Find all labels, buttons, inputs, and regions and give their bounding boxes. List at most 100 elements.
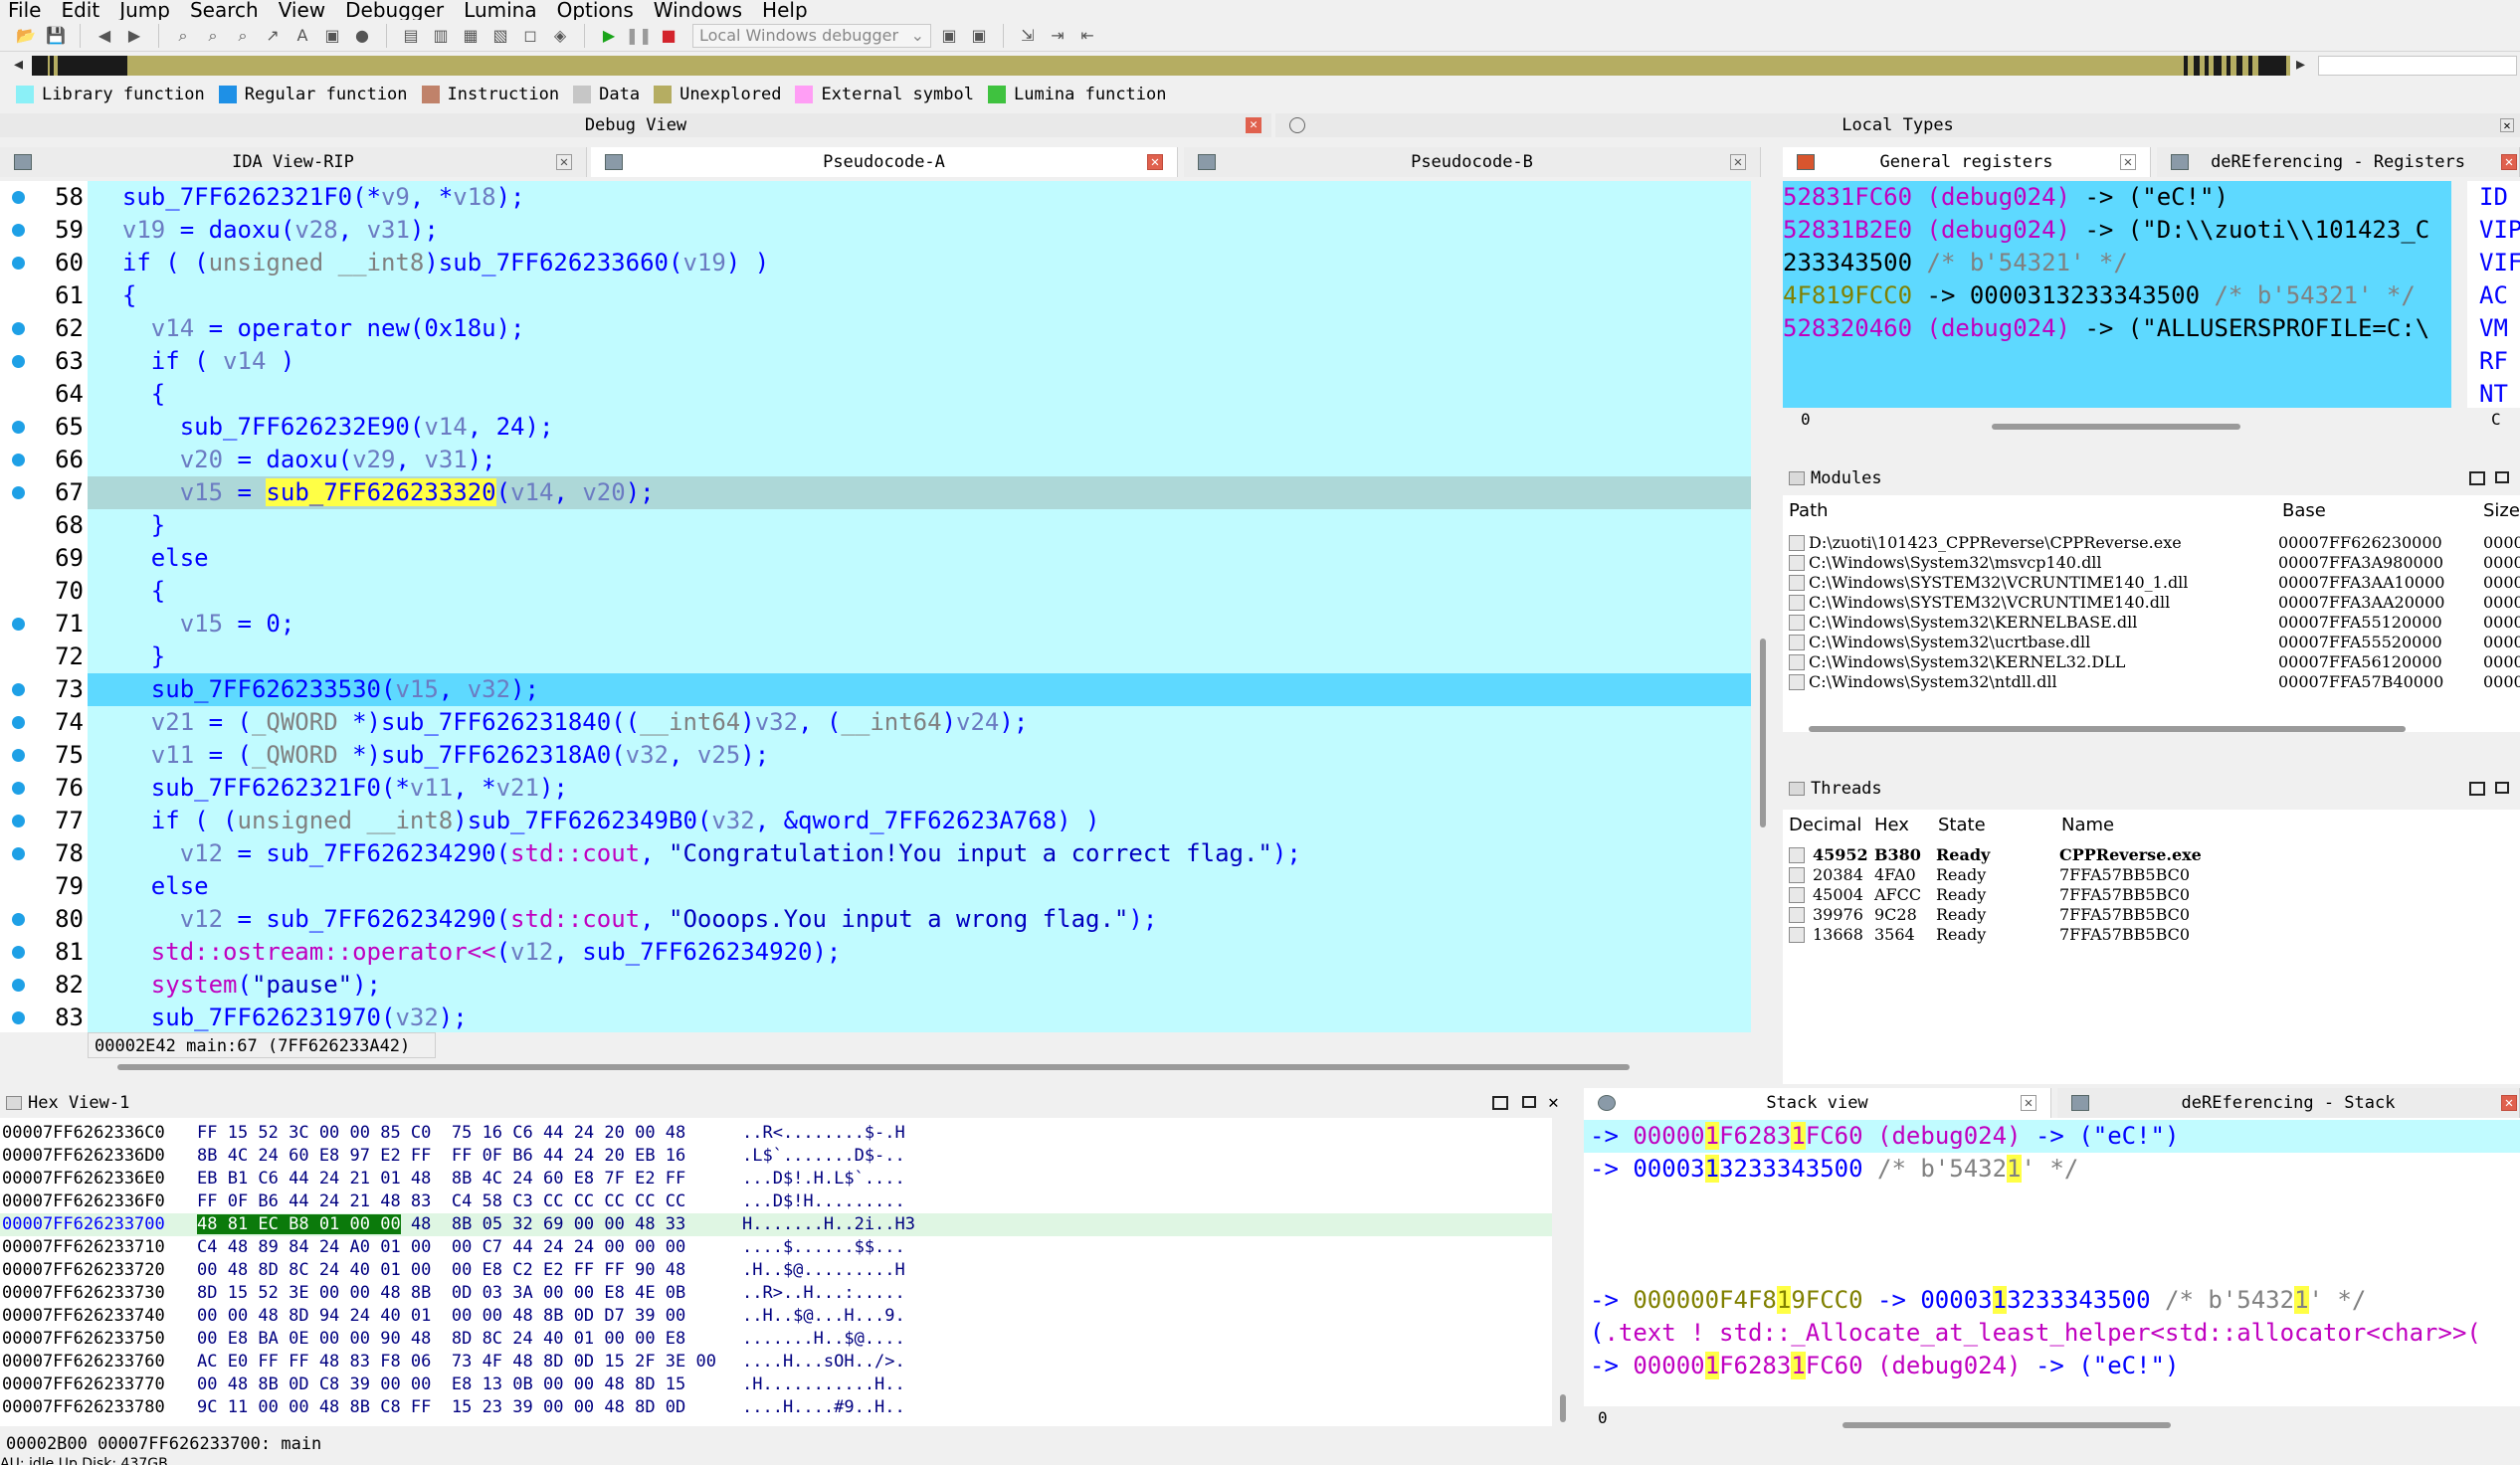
code-text[interactable]: v14 = operator new(0x18u); <box>94 312 525 345</box>
search-icon[interactable]: ⌕ <box>171 24 195 48</box>
pause-process-icon[interactable]: ❚❚ <box>626 24 653 48</box>
float-icon[interactable] <box>1522 1096 1536 1108</box>
maximize-icon[interactable] <box>2469 782 2485 796</box>
maximize-icon[interactable] <box>1492 1096 1508 1110</box>
module-row[interactable]: D:\zuoti\101423_CPPReverse\CPPReverse.ex… <box>1783 533 2520 553</box>
hex-ascii[interactable]: .......H..$@.... <box>742 1328 905 1351</box>
flag-vip[interactable]: VIP <box>2479 214 2520 247</box>
breakpoint-marker-icon[interactable] <box>12 486 25 499</box>
hex-bytes[interactable]: 00 E8 BA 0E 00 00 90 48 8D 8C 24 40 01 0… <box>197 1328 685 1351</box>
hex-ascii[interactable]: ..H..$@...H...9. <box>742 1305 905 1328</box>
code-line[interactable]: 83 sub_7FF626231970(v32); <box>0 1002 1751 1032</box>
code-text[interactable]: { <box>94 575 165 608</box>
hex-ascii[interactable]: .L$`.......D$-.. <box>742 1145 905 1168</box>
code-line[interactable]: 60 if ( (unsigned __int8)sub_7FF62623366… <box>0 247 1751 279</box>
scrollbar-thumb[interactable] <box>1760 639 1766 827</box>
breakpoint-marker-icon[interactable] <box>12 224 25 237</box>
code-line[interactable]: 75 v11 = (_QWORD *)sub_7FF6262318A0(v32,… <box>0 739 1751 772</box>
code-line[interactable]: 64 { <box>0 378 1751 411</box>
tab-pseudocode-a[interactable]: Pseudocode-A ✕ <box>591 147 1178 177</box>
breakpoint-marker-icon[interactable] <box>12 683 25 696</box>
flag-vm[interactable]: VM <box>2479 312 2520 345</box>
hex-ascii[interactable]: ....H....#9..H.. <box>742 1396 905 1419</box>
code-line[interactable]: 68 } <box>0 509 1751 542</box>
breakpoint-marker-icon[interactable] <box>12 355 25 368</box>
code-line[interactable]: 73 sub_7FF626233530(v15, v32); <box>0 673 1751 706</box>
module-row[interactable]: C:\Windows\System32\ntdll.dll 00007FFA57B… <box>1783 672 2520 692</box>
hex-row[interactable]: 00007FF626233740 00 00 48 8D 94 24 40 01 … <box>0 1305 1552 1328</box>
hex-bytes[interactable]: 48 81 EC B8 01 00 00 48 8B 05 32 69 00 0… <box>197 1213 685 1236</box>
close-icon[interactable]: ✕ <box>1548 1092 1559 1113</box>
code-text[interactable]: v15 = 0; <box>94 608 295 641</box>
refresh-icon[interactable]: ● <box>350 24 374 48</box>
code-line[interactable]: 77 if ( (unsigned __int8)sub_7FF6262349B… <box>0 805 1751 837</box>
modules-list[interactable]: Path Base Size D:\zuoti\101423_CPPRevers… <box>1783 495 2520 732</box>
code-line[interactable]: 65 sub_7FF626232E90(v14, 24); <box>0 411 1751 444</box>
menu-search[interactable]: Search <box>182 0 271 20</box>
navigation-band-segment[interactable] <box>32 56 48 76</box>
hex-bytes[interactable]: AC E0 FF FF 48 83 F8 06 73 4F 48 8D 0D 1… <box>197 1351 716 1373</box>
code-text[interactable]: } <box>94 509 165 542</box>
pseudocode-vertical-scrollbar[interactable] <box>1755 181 1771 1056</box>
tab-dereferencing-registers[interactable]: deREferencing - Registers ✕ <box>2157 147 2520 177</box>
navigation-band-input[interactable] <box>2318 56 2517 76</box>
hex-ascii[interactable]: ....H...sOH../>. <box>742 1351 905 1373</box>
breakpoint-marker-icon[interactable] <box>12 257 25 270</box>
code-text[interactable]: if ( (unsigned __int8)sub_7FF6262349B0(v… <box>94 805 1100 837</box>
register-row[interactable] <box>1783 378 2451 408</box>
hex-bytes[interactable]: C4 48 89 84 24 A0 01 00 00 C7 44 24 24 0… <box>197 1236 685 1259</box>
hex-row[interactable]: 00007FF6262336E0 EB B1 C6 44 24 21 01 48 … <box>0 1168 1552 1190</box>
text-mode-icon[interactable]: A <box>291 24 314 48</box>
code-line[interactable]: 63 if ( v14 ) <box>0 345 1751 378</box>
code-line[interactable]: 67 v15 = sub_7FF626233320(v14, v20); <box>0 476 1751 509</box>
breakpoint-marker-icon[interactable] <box>12 847 25 860</box>
float-icon[interactable] <box>2495 471 2509 483</box>
code-text[interactable]: sub_7FF6262321F0(*v11, *v21); <box>94 772 568 805</box>
hex-view[interactable]: 00007FF6262336C0 FF 15 52 3C 00 00 85 C0 … <box>0 1118 1552 1426</box>
search-next-icon[interactable]: ⌕ <box>201 24 225 48</box>
hex-bytes[interactable]: 00 48 8D 8C 24 40 01 00 00 E8 C2 E2 FF F… <box>197 1259 685 1282</box>
breakpoint-marker-icon[interactable] <box>12 454 25 466</box>
code-text[interactable]: v21 = (_QWORD *)sub_7FF626231840((__int6… <box>94 706 1029 739</box>
stack-row[interactable]: -> 000001F62831FC60 (debug024) -> ("eC!"… <box>1584 1120 2520 1153</box>
thread-row[interactable]: 45004 AFCC Ready 7FFA57BB5BC0 <box>1783 885 2520 905</box>
hex-bytes[interactable]: FF 15 52 3C 00 00 85 C0 75 16 C6 44 24 2… <box>197 1122 685 1145</box>
stack-row[interactable] <box>1584 1186 2520 1218</box>
flag-vif[interactable]: VIF <box>2479 247 2520 279</box>
hex-row[interactable]: 00007FF6262336D0 8B 4C 24 60 E8 97 E2 FF … <box>0 1145 1552 1168</box>
breakpoint-marker-icon[interactable] <box>12 618 25 631</box>
code-text[interactable]: v11 = (_QWORD *)sub_7FF6262318A0(v32, v2… <box>94 739 769 772</box>
hex-row[interactable]: 00007FF626233700 48 81 EC B8 01 00 00 48 … <box>0 1213 1552 1236</box>
code-line[interactable]: 82 system("pause"); <box>0 969 1751 1002</box>
breakpoint-marker-icon[interactable] <box>12 1011 25 1024</box>
code-text[interactable]: { <box>94 378 165 411</box>
step-into-icon[interactable]: ⇲ <box>1016 24 1040 48</box>
debugger-select[interactable]: Local Windows debugger ⌄ <box>692 23 931 48</box>
pseudocode-horizontal-scrollbar[interactable] <box>88 1060 1751 1074</box>
hex-ascii[interactable]: ...D$!H......... <box>742 1190 905 1213</box>
breakpoint-marker-icon[interactable] <box>12 749 25 762</box>
close-icon[interactable]: ✕ <box>556 154 572 170</box>
column-header[interactable]: Base <box>2282 500 2326 521</box>
hex-ascii[interactable]: ..R>..H...:..... <box>742 1282 905 1305</box>
column-header[interactable]: State <box>1938 815 1986 835</box>
register-row[interactable]: 52831B2E0 (debug024) -> ("D:\\zuoti\\101… <box>1783 214 2451 247</box>
close-icon[interactable]: ✕ <box>1147 154 1163 170</box>
code-text[interactable]: v15 = sub_7FF626233320(v14, v20); <box>94 476 655 509</box>
breakpoint-marker-icon[interactable] <box>12 716 25 729</box>
general-registers-view[interactable]: 52831FC60 (debug024) -> ("eC!") 52831B2E0… <box>1783 181 2451 408</box>
code-text[interactable]: v12 = sub_7FF626234290(std::cout, "Oooop… <box>94 903 1158 936</box>
breakpoint-marker-icon[interactable] <box>12 913 25 926</box>
close-icon[interactable]: ✕ <box>2500 118 2514 132</box>
save-icon[interactable]: 💾 <box>44 24 68 48</box>
threads-list[interactable]: Decimal Hex State Name 45952 B380 Ready CPP… <box>1783 810 2520 1084</box>
code-text[interactable]: v19 = daoxu(v28, v31); <box>94 214 439 247</box>
code-text[interactable]: if ( (unsigned __int8)sub_7FF626233660(v… <box>94 247 769 279</box>
jump-icon[interactable]: ↗ <box>261 24 285 48</box>
hex-ascii[interactable]: ....$......$$... <box>742 1236 905 1259</box>
register-row[interactable]: 52831FC60 (debug024) -> ("eC!") <box>1783 181 2451 214</box>
hex-ascii[interactable]: H.......H..2i..H3 <box>742 1213 915 1236</box>
register-row[interactable]: 528320460 (debug024) -> ("ALLUSERSPROFIL… <box>1783 312 2451 345</box>
open-icon[interactable]: 📂 <box>14 24 38 48</box>
column-header[interactable]: Path <box>1789 500 1829 521</box>
